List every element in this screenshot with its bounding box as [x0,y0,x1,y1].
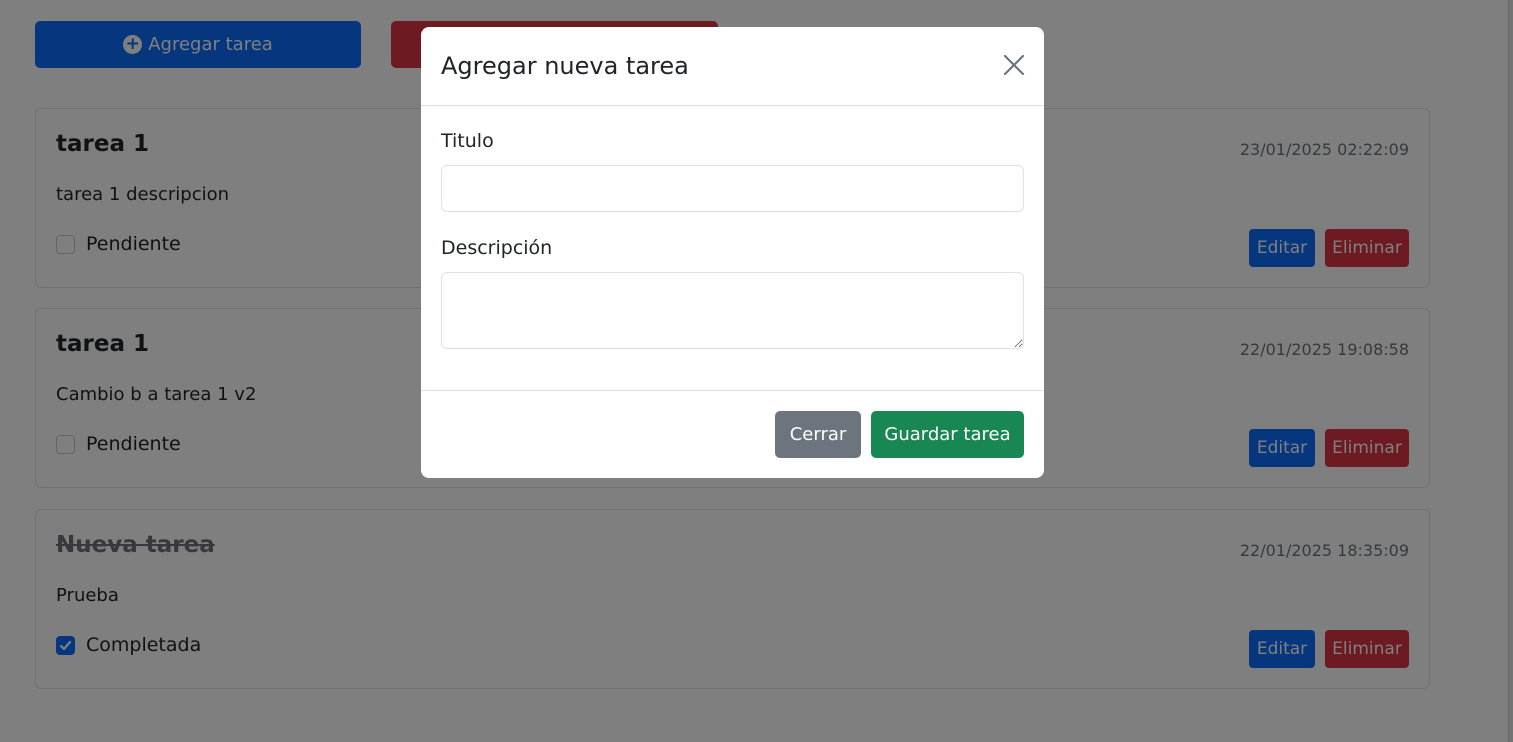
save-task-button[interactable]: Guardar tarea [871,411,1024,458]
description-textarea[interactable] [441,272,1024,349]
description-field-label: Descripción [441,237,553,259]
modal-footer: Cerrar Guardar tarea [421,391,1044,478]
close-button[interactable]: Cerrar [775,411,861,458]
title-field-label: Titulo [441,130,494,152]
close-icon[interactable] [1002,53,1026,77]
title-input[interactable] [441,165,1024,212]
modal-body: Titulo Descripción [421,106,1044,391]
modal-header: Agregar nueva tarea [421,27,1044,106]
modal-title: Agregar nueva tarea [441,52,689,80]
add-task-modal: Agregar nueva tarea Titulo Descripción C… [421,27,1044,478]
